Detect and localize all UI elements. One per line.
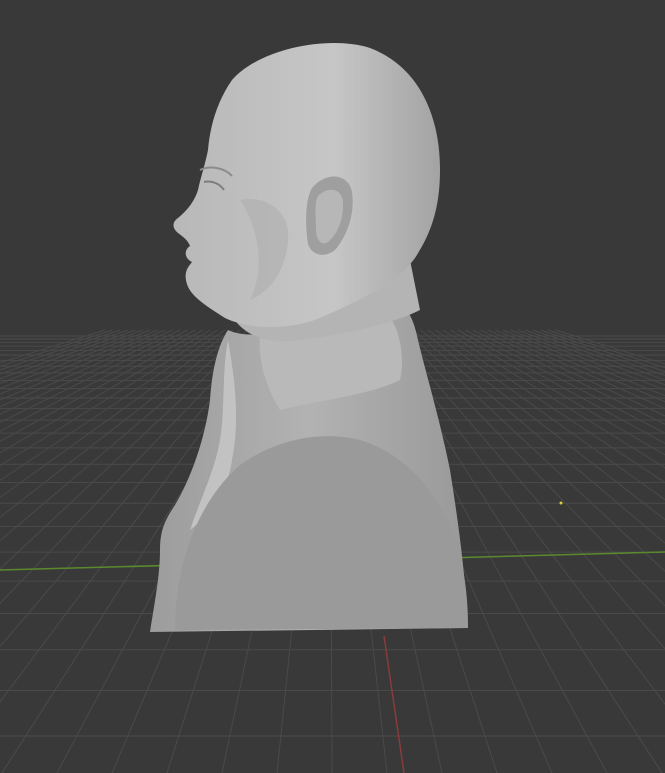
- viewport-canvas[interactable]: [0, 0, 665, 773]
- 3d-viewport[interactable]: [0, 0, 665, 773]
- origin-marker: [559, 501, 563, 505]
